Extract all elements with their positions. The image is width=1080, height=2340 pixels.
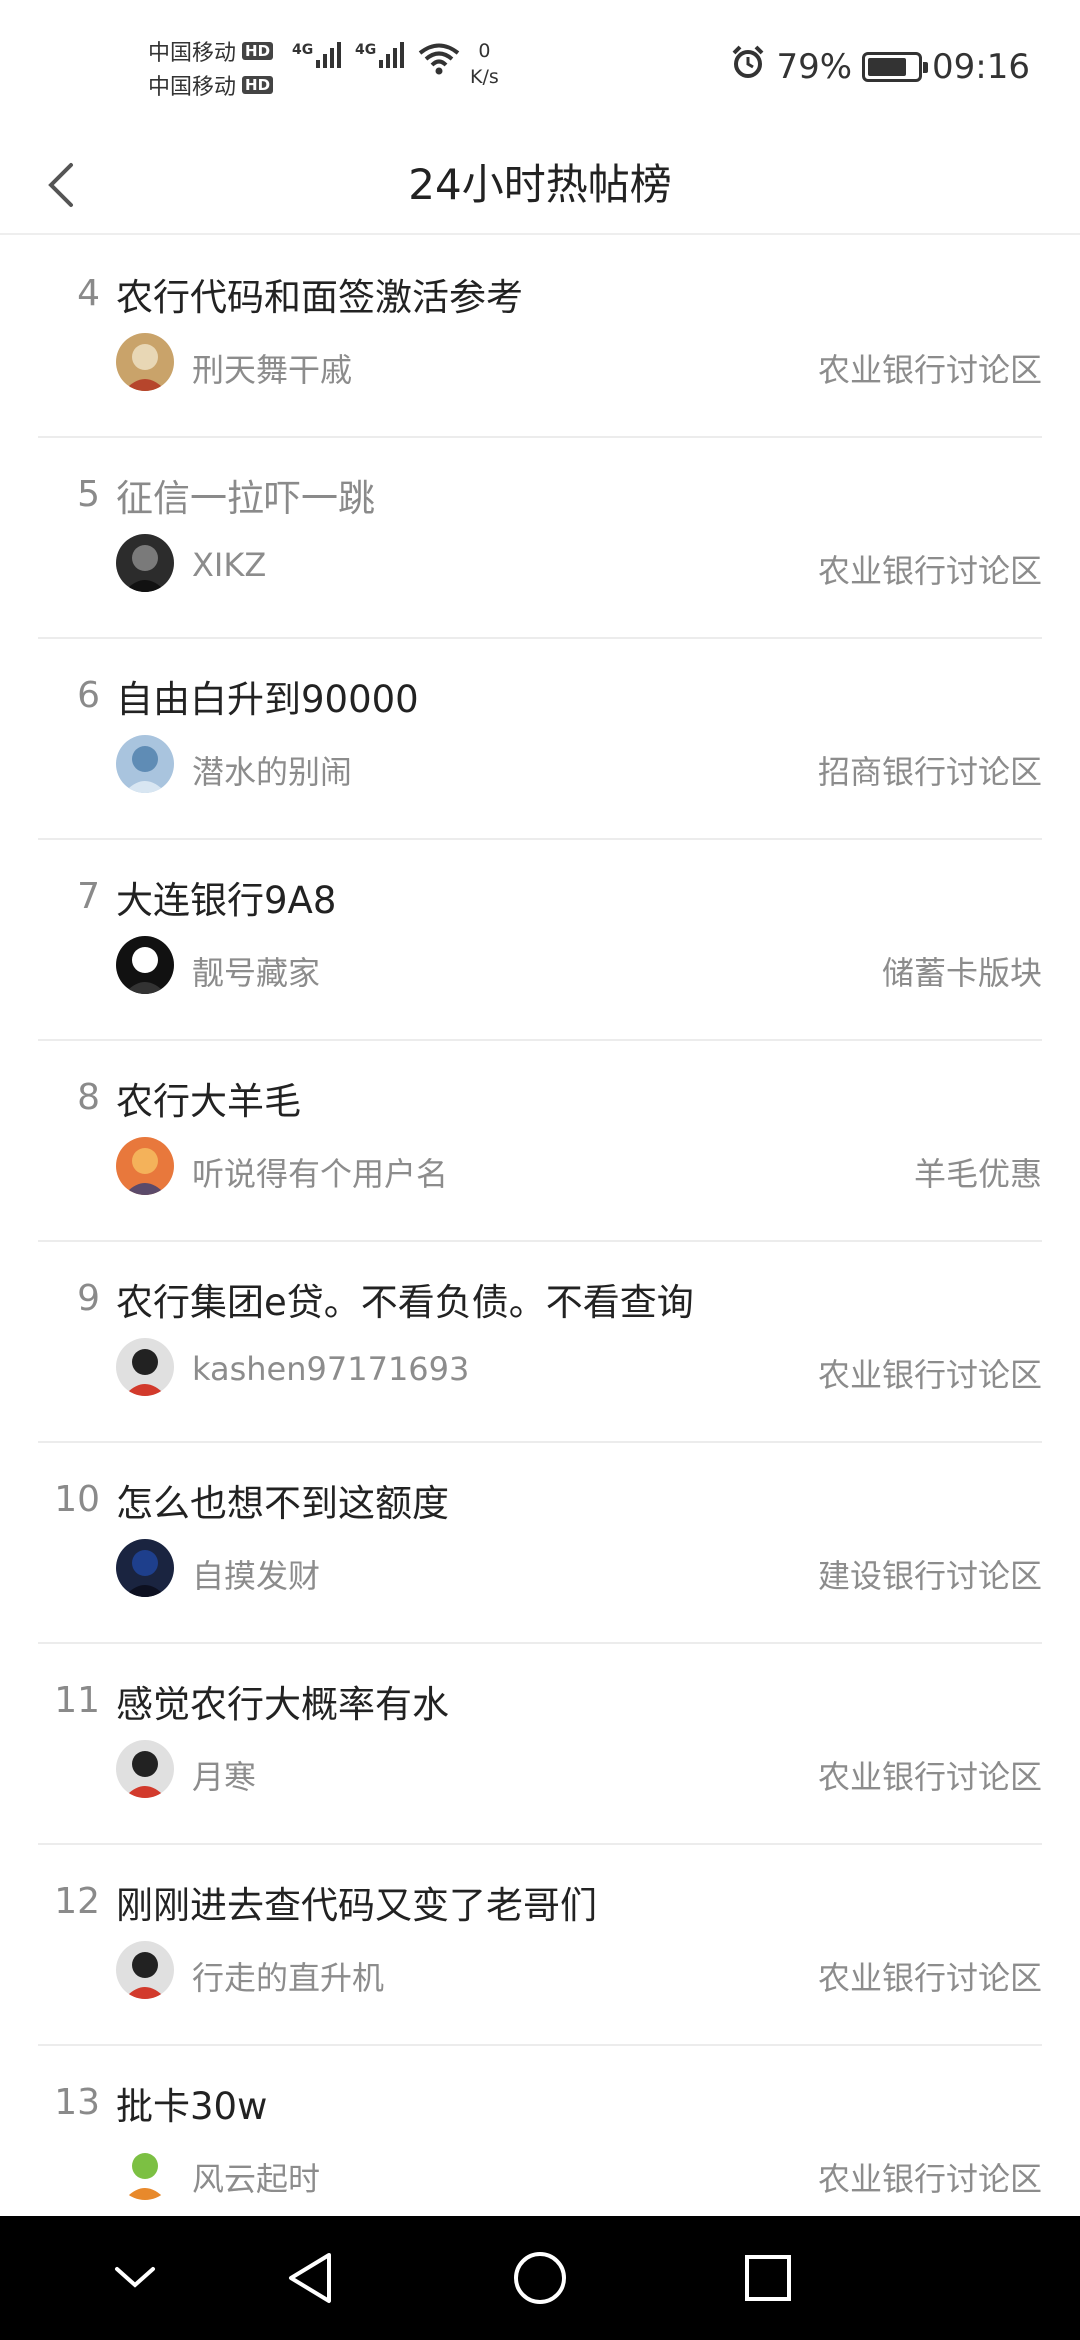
post-board[interactable]: 建设银行讨论区 (818, 1551, 1042, 1597)
post-list-item[interactable]: 12 刚刚进去查代码又变了老哥们 行走的直升机 农业银行讨论区 (38, 1845, 1042, 2046)
nav-home-button[interactable] (505, 2243, 575, 2313)
post-board[interactable]: 招商银行讨论区 (818, 747, 1042, 793)
post-title[interactable]: 征信一拉吓一跳 (116, 468, 375, 522)
network-speed: 0 K/s (470, 40, 499, 88)
carrier-name-1: 中国移动 (148, 41, 237, 66)
post-board[interactable]: 羊毛优惠 (914, 1149, 1042, 1195)
post-rank: 7 (77, 876, 100, 917)
status-bar: 中国移动 HD 中国移动 HD 4G 4G 0 K/s 79% 09:16 (0, 0, 1080, 135)
nav-recents-button[interactable] (733, 2243, 803, 2313)
signal-icon-2: 4G (355, 42, 405, 68)
avatar[interactable] (116, 333, 174, 391)
post-title[interactable]: 感觉农行大概率有水 (116, 1674, 449, 1728)
battery-icon (862, 51, 929, 82)
system-nav-bar (0, 2216, 1080, 2340)
wifi-icon (418, 42, 460, 80)
avatar[interactable] (116, 936, 174, 994)
post-list-item[interactable]: 7 大连银行9A8 靓号藏家 储蓄卡版块 (38, 840, 1042, 1041)
app-header: 24小时热帖榜 (0, 135, 1080, 235)
avatar[interactable] (116, 534, 174, 592)
post-rank: 12 (54, 1881, 100, 1922)
chevron-down-icon (115, 2267, 155, 2288)
post-author[interactable]: 靓号藏家 (192, 948, 320, 994)
nav-back-button[interactable] (275, 2243, 345, 2313)
hot-post-list: 4 农行代码和面签激活参考 刑天舞干戚 农业银行讨论区 5 征信一拉吓一跳 XI… (0, 237, 1080, 2247)
post-board[interactable]: 农业银行讨论区 (818, 1953, 1042, 1999)
post-list-item[interactable]: 9 农行集团e贷。不看负债。不看查询 kashen97171693 农业银行讨论… (38, 1242, 1042, 1443)
post-title[interactable]: 农行集团e贷。不看负债。不看查询 (116, 1272, 694, 1326)
post-list-item[interactable]: 11 感觉农行大概率有水 月寒 农业银行讨论区 (38, 1644, 1042, 1845)
avatar[interactable] (116, 1941, 174, 1999)
post-rank: 13 (54, 2082, 100, 2123)
square-recents-icon (745, 2255, 791, 2301)
post-author[interactable]: kashen97171693 (192, 1350, 469, 1388)
clock: 09:16 (932, 46, 1030, 87)
hd-badge-1: HD (242, 42, 274, 60)
triangle-back-icon (289, 2253, 331, 2303)
collapse-nav-button[interactable] (100, 2243, 170, 2313)
post-author[interactable]: 月寒 (192, 1752, 256, 1798)
post-board[interactable]: 农业银行讨论区 (818, 546, 1042, 592)
post-rank: 10 (54, 1479, 100, 1520)
avatar[interactable] (116, 1137, 174, 1195)
post-rank: 9 (77, 1278, 100, 1319)
carrier-info: 中国移动 HD 中国移动 HD (148, 34, 274, 102)
alarm-icon (730, 44, 766, 89)
circle-home-icon (514, 2252, 566, 2304)
post-list-item[interactable]: 6 自由白升到90000 潜水的别闹 招商银行讨论区 (38, 639, 1042, 840)
battery-percent: 79% (776, 46, 853, 87)
post-author[interactable]: 自摸发财 (192, 1551, 320, 1597)
post-author[interactable]: 行走的直升机 (192, 1953, 384, 1999)
post-list-item[interactable]: 8 农行大羊毛 听说得有个用户名 羊毛优惠 (38, 1041, 1042, 1242)
avatar[interactable] (116, 1740, 174, 1798)
hd-badge-2: HD (242, 76, 274, 94)
post-rank: 8 (77, 1077, 100, 1118)
post-board[interactable]: 农业银行讨论区 (818, 1752, 1042, 1798)
signal-icon-1: 4G (292, 42, 342, 68)
post-rank: 6 (77, 675, 100, 716)
post-rank: 4 (77, 273, 100, 314)
avatar[interactable] (116, 735, 174, 793)
post-board[interactable]: 农业银行讨论区 (818, 1350, 1042, 1396)
post-list-item[interactable]: 4 农行代码和面签激活参考 刑天舞干戚 农业银行讨论区 (38, 237, 1042, 438)
post-board[interactable]: 农业银行讨论区 (818, 2154, 1042, 2200)
post-author[interactable]: XIKZ (192, 546, 266, 584)
post-title[interactable]: 刚刚进去查代码又变了老哥们 (116, 1875, 597, 1929)
page-title: 24小时热帖榜 (408, 160, 672, 209)
post-title[interactable]: 批卡30w (116, 2076, 267, 2130)
post-author[interactable]: 风云起时 (192, 2154, 320, 2200)
post-list-item[interactable]: 10 怎么也想不到这额度 自摸发财 建设银行讨论区 (38, 1443, 1042, 1644)
post-board[interactable]: 储蓄卡版块 (882, 948, 1042, 994)
post-rank: 5 (77, 474, 100, 515)
post-author[interactable]: 刑天舞干戚 (192, 345, 352, 391)
post-list-item[interactable]: 5 征信一拉吓一跳 XIKZ 农业银行讨论区 (38, 438, 1042, 639)
post-title[interactable]: 怎么也想不到这额度 (116, 1473, 449, 1527)
avatar[interactable] (116, 1338, 174, 1396)
carrier-name-2: 中国移动 (148, 75, 237, 100)
post-title[interactable]: 农行代码和面签激活参考 (116, 267, 523, 321)
post-rank: 11 (54, 1680, 100, 1721)
post-title[interactable]: 自由白升到90000 (116, 669, 419, 723)
avatar[interactable] (116, 2142, 174, 2200)
post-title[interactable]: 农行大羊毛 (116, 1071, 301, 1125)
avatar[interactable] (116, 1539, 174, 1597)
post-author[interactable]: 听说得有个用户名 (192, 1149, 448, 1195)
post-board[interactable]: 农业银行讨论区 (818, 345, 1042, 391)
post-title[interactable]: 大连银行9A8 (116, 870, 336, 924)
post-author[interactable]: 潜水的别闹 (192, 747, 352, 793)
